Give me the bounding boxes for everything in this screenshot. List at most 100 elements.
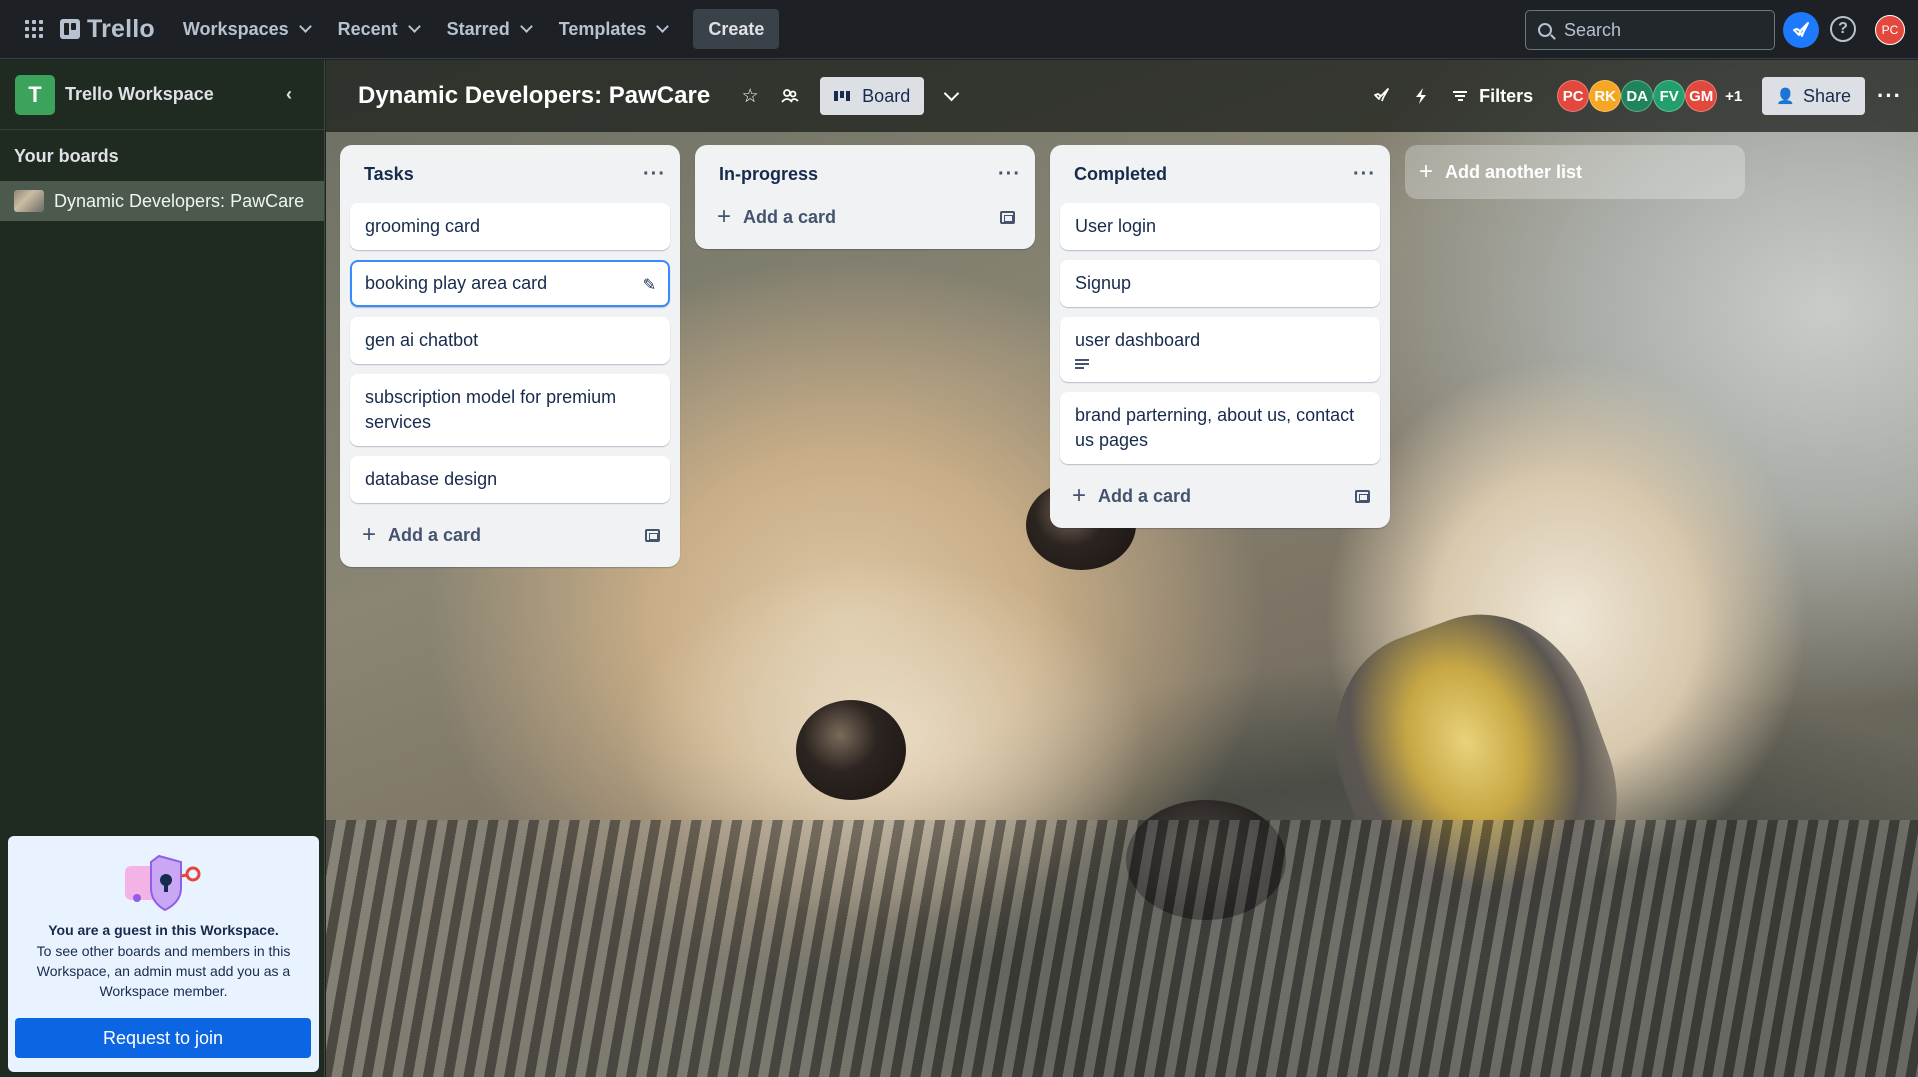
add-card-button[interactable]: + Add a card — [1060, 474, 1380, 518]
add-card-button[interactable]: + Add a card — [705, 195, 1025, 239]
guest-lock-illustration — [119, 848, 209, 914]
logo-text: Trello — [87, 14, 155, 43]
workspace-badge: T — [15, 74, 55, 115]
list-actions-icon[interactable]: ··· — [998, 163, 1021, 186]
notifications-button[interactable] — [1783, 12, 1819, 48]
add-person-icon: 👤 — [1776, 88, 1795, 105]
plus-icon: + — [717, 203, 732, 230]
board-view-icon — [834, 91, 851, 101]
add-list-button[interactable]: + Add another list — [1405, 145, 1745, 199]
board-header: Dynamic Developers: PawCare ☆ Board Filt… — [326, 60, 1918, 132]
board-title[interactable]: Dynamic Developers: PawCare — [358, 82, 710, 110]
templates-menu-label: Templates — [558, 18, 647, 39]
help-icon[interactable]: ? — [1830, 16, 1856, 42]
filters-label: Filters — [1479, 85, 1534, 106]
trello-logo-icon — [60, 19, 80, 39]
member-avatar[interactable]: FV — [1653, 80, 1686, 112]
board-menu-icon[interactable]: ··· — [1877, 83, 1902, 109]
list-title[interactable]: Tasks — [364, 164, 414, 185]
list-actions-icon[interactable]: ··· — [643, 163, 666, 186]
card-template-icon[interactable] — [645, 528, 660, 542]
card-title: user dashboard — [1075, 330, 1201, 350]
plus-icon: + — [362, 521, 377, 548]
recent-menu[interactable]: Recent — [328, 9, 429, 49]
board-members: PC RK DA FV GM +1 — [1557, 80, 1742, 112]
share-button[interactable]: 👤 Share — [1762, 77, 1866, 115]
sidebar: T Trello Workspace ‹ Your boards Dynamic… — [0, 60, 325, 1077]
plus-icon: + — [1072, 482, 1087, 509]
search-input[interactable]: Search — [1525, 10, 1775, 50]
list-header: Tasks ··· — [340, 145, 680, 203]
card[interactable]: subscription model for premium services — [350, 374, 670, 446]
card[interactable]: user dashboard — [1060, 317, 1380, 382]
background-photo-detail — [796, 700, 906, 800]
list-tasks: Tasks ··· grooming card booking play are… — [340, 145, 680, 567]
card[interactable]: database design — [350, 456, 670, 503]
power-ups-icon[interactable] — [1365, 80, 1397, 112]
filter-icon — [1453, 89, 1468, 103]
card[interactable]: grooming card — [350, 203, 670, 250]
search-icon — [1538, 23, 1552, 37]
more-members-count[interactable]: +1 — [1725, 88, 1742, 105]
star-icon[interactable]: ☆ — [734, 80, 766, 112]
add-card-label: Add a card — [388, 524, 482, 545]
workspaces-menu[interactable]: Workspaces — [173, 9, 320, 49]
board-view-button[interactable]: Board — [820, 77, 925, 115]
member-avatar[interactable]: GM — [1685, 80, 1718, 112]
background-photo-detail — [326, 820, 1918, 1077]
list-actions-icon[interactable]: ··· — [1353, 163, 1376, 186]
guest-title: You are a guest in this Workspace. — [48, 922, 279, 938]
sidebar-item-board[interactable]: Dynamic Developers: PawCare — [0, 181, 324, 221]
list-header: Completed ··· — [1050, 145, 1390, 203]
share-label: Share — [1802, 85, 1852, 106]
top-nav: Trello Workspaces Recent Starred Templat… — [0, 0, 1918, 59]
card[interactable]: User login — [1060, 203, 1380, 250]
list-title[interactable]: Completed — [1074, 164, 1167, 185]
your-boards-heading: Your boards — [14, 146, 119, 166]
recent-menu-label: Recent — [337, 18, 398, 39]
card-template-icon[interactable] — [1355, 489, 1370, 503]
card[interactable]: gen ai chatbot — [350, 317, 670, 364]
guest-text: To see other boards and members in this … — [36, 943, 291, 999]
card[interactable]: brand parterning, about us, contact us p… — [1060, 392, 1380, 464]
card[interactable]: booking play area card ✎ — [350, 260, 670, 307]
collapse-sidebar-button[interactable]: ‹ — [274, 80, 304, 110]
list-title[interactable]: In-progress — [719, 164, 818, 185]
app-switcher-icon[interactable] — [16, 11, 52, 47]
workspace-header: T Trello Workspace ‹ — [0, 60, 324, 130]
member-avatar[interactable]: DA — [1621, 80, 1654, 112]
workspace-visibility-icon[interactable] — [774, 80, 806, 112]
templates-menu[interactable]: Templates — [549, 9, 678, 49]
request-to-join-button[interactable]: Request to join — [15, 1018, 311, 1058]
chevron-down-icon — [656, 20, 670, 33]
sidebar-item-label: Dynamic Developers: PawCare — [54, 190, 305, 211]
chevron-down-icon — [298, 20, 312, 33]
description-icon — [1075, 359, 1089, 369]
rocket-icon — [1793, 22, 1809, 37]
trello-logo[interactable]: Trello — [60, 15, 155, 44]
add-card-button[interactable]: + Add a card — [350, 513, 670, 557]
pencil-icon[interactable]: ✎ — [643, 273, 656, 298]
filters-button[interactable]: Filters — [1453, 86, 1533, 107]
starred-menu-label: Starred — [446, 18, 510, 39]
user-avatar[interactable]: PC — [1875, 15, 1905, 45]
add-list-label: Add another list — [1445, 161, 1583, 182]
chevron-left-icon: ‹ — [286, 84, 292, 104]
chevron-down-icon[interactable] — [943, 85, 960, 101]
member-avatar[interactable]: PC — [1557, 80, 1590, 112]
guest-notice: You are a guest in this Workspace. To se… — [8, 836, 319, 1072]
starred-menu[interactable]: Starred — [437, 9, 541, 49]
automation-icon[interactable] — [1405, 80, 1437, 112]
board-header-actions: Filters PC RK DA FV GM +1 👤 Share ··· — [1365, 60, 1918, 132]
card-template-icon[interactable] — [1000, 210, 1015, 224]
card[interactable]: Signup — [1060, 260, 1380, 307]
search-placeholder: Search — [1564, 19, 1622, 40]
list-completed: Completed ··· User login Signup user das… — [1050, 145, 1390, 528]
workspace-name[interactable]: Trello Workspace — [65, 84, 274, 105]
board-view-label: Board — [862, 85, 911, 106]
member-avatar[interactable]: RK — [1589, 80, 1622, 112]
list-in-progress: In-progress ··· + Add a card — [695, 145, 1035, 249]
add-card-label: Add a card — [743, 206, 837, 227]
card-title: booking play area card — [365, 273, 548, 293]
create-button[interactable]: Create — [693, 9, 780, 49]
